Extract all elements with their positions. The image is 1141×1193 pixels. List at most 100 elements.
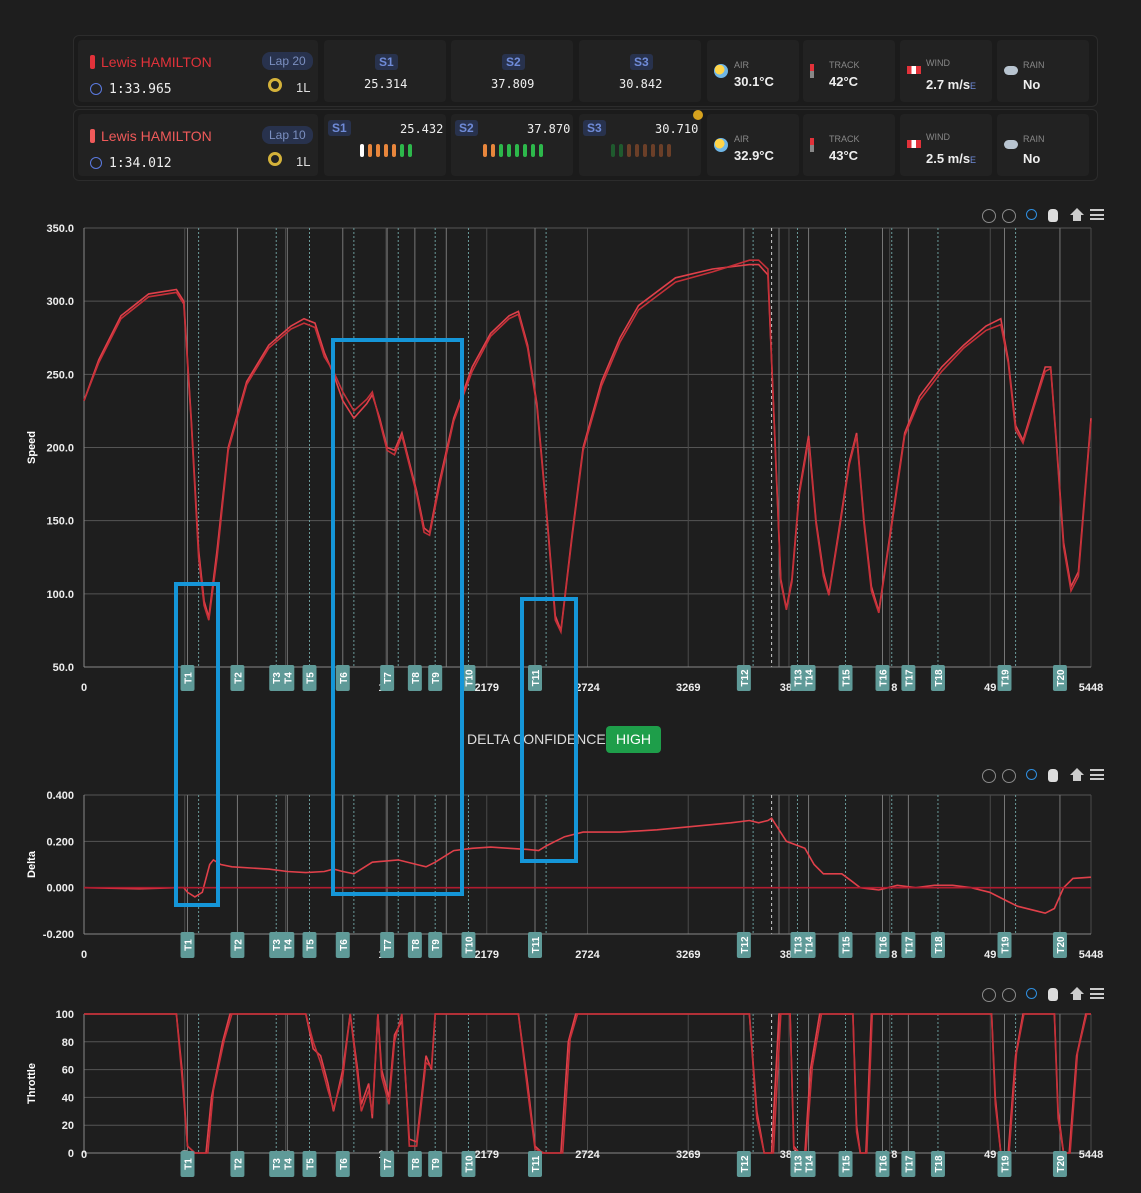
turn-badge-label: T19 xyxy=(1000,1155,1011,1173)
lap-badge: Lap 20 xyxy=(262,52,313,70)
mini-sector xyxy=(651,144,655,157)
track-icon xyxy=(810,64,814,78)
turn-badge-T15: T15 xyxy=(838,665,853,691)
turn-badge-T17: T17 xyxy=(901,665,916,691)
wind-label: WIND xyxy=(926,132,950,142)
throttle-chart[interactable]: 02040608010005101 42179272432693814 8495… xyxy=(0,1004,1141,1189)
tyre-icon xyxy=(268,152,282,166)
air-label: AIR xyxy=(734,60,750,70)
sector-value: 37.870 xyxy=(527,122,571,136)
rain-label: RAIN xyxy=(1023,134,1045,144)
sector-2-cell: S2 37.870 xyxy=(451,114,573,176)
x-tick-label: 2724 xyxy=(575,1149,600,1161)
weather-icon xyxy=(714,64,728,78)
zoom-out-icon[interactable] xyxy=(1002,769,1016,783)
y-tick-label: 100.0 xyxy=(46,589,74,601)
turn-badge-label: T20 xyxy=(1056,936,1067,954)
wind-value: 2.7 m/s xyxy=(926,77,971,92)
turn-badge-label: T14 xyxy=(805,936,816,954)
wind-label: WIND xyxy=(926,58,950,68)
turn-badge-label: T4 xyxy=(283,1158,294,1170)
track-label: TRACK xyxy=(829,60,860,70)
mini-sector xyxy=(507,144,511,157)
zoom-in-icon[interactable] xyxy=(982,769,996,783)
wind-direction: E xyxy=(970,81,977,91)
home-base-icon xyxy=(1073,994,1081,1000)
x-tick-label: 2179 xyxy=(475,682,499,694)
x-tick-label: 5448 xyxy=(1079,1149,1103,1161)
sector-name: S1 xyxy=(375,54,398,70)
turn-badge-T11: T11 xyxy=(528,932,543,958)
wind-cell: WIND 2.5 m/s E xyxy=(900,114,992,176)
mini-sector xyxy=(627,144,631,157)
driver-cell: Lewis HAMILTON Lap 10 1:34.012 1L xyxy=(78,114,318,176)
mini-sector xyxy=(531,144,535,157)
menu-icon[interactable] xyxy=(1090,769,1104,780)
x-tick-label: 49 xyxy=(984,1149,996,1161)
turn-badge-label: T1 xyxy=(184,1158,195,1170)
turn-badge-T12: T12 xyxy=(736,932,751,958)
turn-badge-label: T8 xyxy=(411,939,422,951)
x-tick-label: 0 xyxy=(81,1149,87,1161)
turn-badge-T1: T1 xyxy=(180,932,195,958)
turn-badge-T20: T20 xyxy=(1052,932,1067,958)
windsock-icon xyxy=(907,140,921,148)
chart-toolbar xyxy=(982,987,1104,1003)
x-tick-label: 49 xyxy=(984,949,996,961)
driver-name-text: Lewis HAMILTON xyxy=(101,54,212,70)
turn-badge-T15: T15 xyxy=(838,1151,853,1177)
home-icon[interactable] xyxy=(1070,768,1084,781)
x-tick-label: 3269 xyxy=(676,949,700,961)
lap-badge: Lap 10 xyxy=(262,126,313,144)
tyre-label: 1L xyxy=(296,154,311,169)
turn-badge-label: T12 xyxy=(740,936,751,954)
mini-sector xyxy=(408,144,412,157)
turn-badge-label: T7 xyxy=(383,939,394,951)
zoom-out-icon[interactable] xyxy=(1002,988,1016,1002)
sector-name: S3 xyxy=(583,120,606,136)
turn-badge-T7: T7 xyxy=(380,932,395,958)
y-tick-label: 350.0 xyxy=(46,223,74,235)
sector-1-cell: S1 25.432 xyxy=(324,114,446,176)
x-tick-label: 2724 xyxy=(575,682,600,694)
menu-middle-line xyxy=(1090,992,1104,995)
driver-cell: Lewis HAMILTON Lap 20 1:33.965 1L xyxy=(78,40,318,102)
home-icon[interactable] xyxy=(1070,208,1084,221)
sector-value: 30.842 xyxy=(619,77,663,91)
delta-confidence-badge: HIGH xyxy=(606,726,661,753)
x-tick-label: 3269 xyxy=(676,682,700,694)
menu-icon[interactable] xyxy=(1090,988,1104,999)
mini-sector xyxy=(539,144,543,157)
mini-sector xyxy=(376,144,380,157)
y-tick-label: 0.000 xyxy=(46,883,74,895)
turn-badge-T18: T18 xyxy=(930,665,945,691)
sector-3-cell: S3 30.710 xyxy=(579,110,703,176)
turn-badge-T17: T17 xyxy=(901,1151,916,1177)
driver-color-bar xyxy=(90,55,95,69)
chart-toolbar xyxy=(982,768,1104,784)
y-tick-label: 60 xyxy=(62,1065,74,1077)
lap-time-text: 1:34.012 xyxy=(109,156,172,171)
y-tick-label: 300.0 xyxy=(46,296,74,308)
turn-badge-T16: T16 xyxy=(875,665,890,691)
mini-sector xyxy=(491,144,495,157)
track-value: 42°C xyxy=(829,74,859,89)
zoom-select-icon[interactable] xyxy=(1026,769,1037,780)
turn-badge-T14: T14 xyxy=(801,665,816,691)
rain-value: No xyxy=(1023,151,1041,166)
zoom-select-icon[interactable] xyxy=(1026,988,1037,999)
pan-icon[interactable] xyxy=(1048,769,1058,782)
wind-cell: WIND 2.7 m/s E xyxy=(900,40,992,102)
turn-badge-label: T14 xyxy=(805,669,816,687)
turn-badge-T15: T15 xyxy=(838,932,853,958)
mini-sector xyxy=(499,144,503,157)
pan-icon[interactable] xyxy=(1048,988,1058,1001)
y-tick-label: 0 xyxy=(68,1148,74,1160)
home-icon[interactable] xyxy=(1070,987,1084,1000)
zoom-in-icon[interactable] xyxy=(982,988,996,1002)
turn-badge-label: T14 xyxy=(805,1155,816,1173)
mini-sector xyxy=(667,144,671,157)
turn-badge-T18: T18 xyxy=(930,932,945,958)
y-axis-label: Speed xyxy=(26,431,38,464)
tyre-icon xyxy=(268,78,282,92)
